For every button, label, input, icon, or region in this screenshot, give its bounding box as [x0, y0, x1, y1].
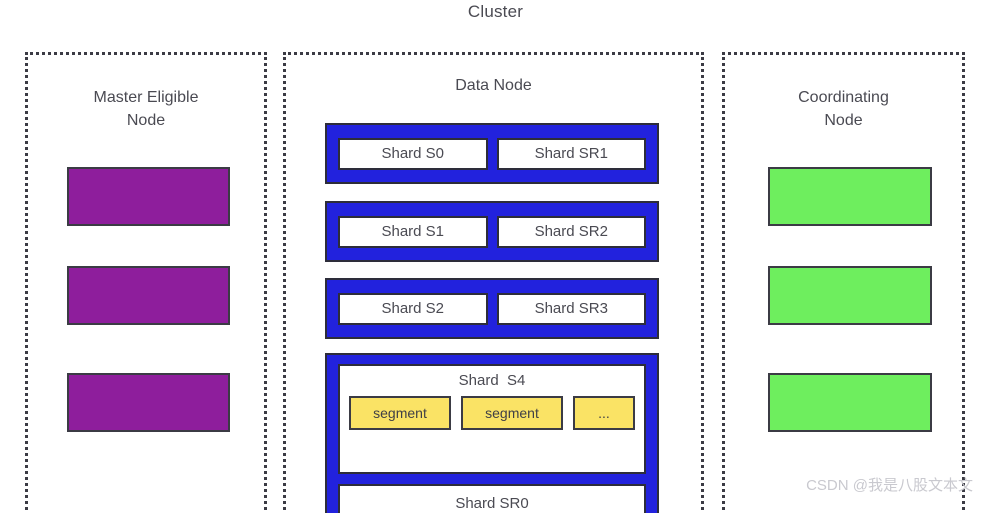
segment-box: segment	[349, 396, 451, 430]
master-node-instance-3	[67, 373, 230, 432]
segment-box-more: ...	[573, 396, 635, 430]
composite-shard-row: Shard S4 segment segment ... Shard SR0	[325, 353, 659, 513]
shard-cell-primary: Shard S2	[338, 292, 488, 325]
data-node-container: Data Node Shard S0 Shard SR1 Shard S1 Sh…	[283, 52, 704, 513]
cluster-title: Cluster	[467, 2, 524, 21]
shard-s4-label: Shard S4	[458, 372, 526, 389]
coordinating-node-title-line-2: Node	[824, 112, 863, 129]
master-eligible-node-title: Master Eligible Node	[28, 86, 264, 132]
shard-cell-replica: Shard SR2	[496, 215, 646, 248]
shard-cell-replica: Shard SR3	[496, 292, 646, 325]
csdn-watermark: CSDN @我是八股文本文	[806, 477, 973, 494]
coordinating-node-instance-1	[768, 167, 932, 226]
coordinating-node-container: Coordinating Node	[722, 52, 965, 513]
shard-s4-panel: Shard S4 segment segment ...	[338, 364, 646, 474]
master-eligible-node-title-line-2: Node	[126, 112, 166, 129]
segment-list: segment segment ...	[349, 396, 635, 430]
shard-cell-replica: Shard SR1	[496, 137, 646, 170]
data-node-title: Data Node	[455, 77, 532, 94]
shard-cell-primary: Shard S0	[338, 137, 488, 170]
segment-box: segment	[461, 396, 563, 430]
shard-row: Shard S1 Shard SR2	[325, 201, 659, 262]
master-node-instance-2	[67, 266, 230, 325]
shard-cell-primary: Shard S1	[338, 215, 488, 248]
coordinating-node-title: Coordinating Node	[725, 86, 962, 132]
coordinating-node-instance-2	[768, 266, 932, 325]
shard-sr0-cell: Shard SR0	[338, 484, 646, 513]
master-node-instance-1	[67, 167, 230, 226]
coordinating-node-instance-3	[768, 373, 932, 432]
master-eligible-node-container: Master Eligible Node	[25, 52, 267, 513]
shard-row: Shard S2 Shard SR3	[325, 278, 659, 339]
shard-row: Shard S0 Shard SR1	[325, 123, 659, 184]
master-eligible-node-title-line-1: Master Eligible	[93, 89, 199, 106]
coordinating-node-title-line-1: Coordinating	[798, 89, 889, 106]
